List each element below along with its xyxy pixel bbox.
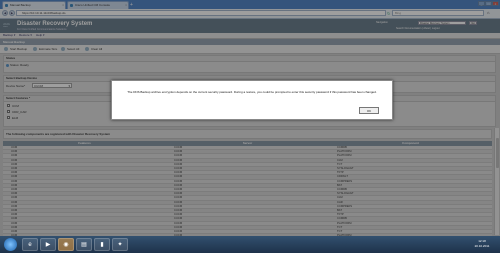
modal-overlay [0,0,500,253]
ok-button[interactable]: OK [359,107,379,114]
dialog-message: The DNS Backup archive encryption depend… [127,90,377,94]
start-button[interactable] [4,238,17,251]
alert-dialog: The DNS Backup archive encryption depend… [111,80,393,120]
clock-date: 20.10.2011 [474,244,490,248]
system-clock[interactable]: 12:18 20.10.2011 [468,239,496,249]
ie-icon[interactable]: e [22,238,38,251]
explorer-icon[interactable]: ▤ [76,238,92,251]
taskbar: e ▶ ◉ ▤ ▮ ✦ 12:18 20.10.2011 [0,236,500,253]
utility-icon[interactable]: ✦ [112,238,128,251]
media-player-icon[interactable]: ▶ [40,238,56,251]
firefox-icon[interactable]: ◉ [58,238,74,251]
cmd-icon[interactable]: ▮ [94,238,110,251]
